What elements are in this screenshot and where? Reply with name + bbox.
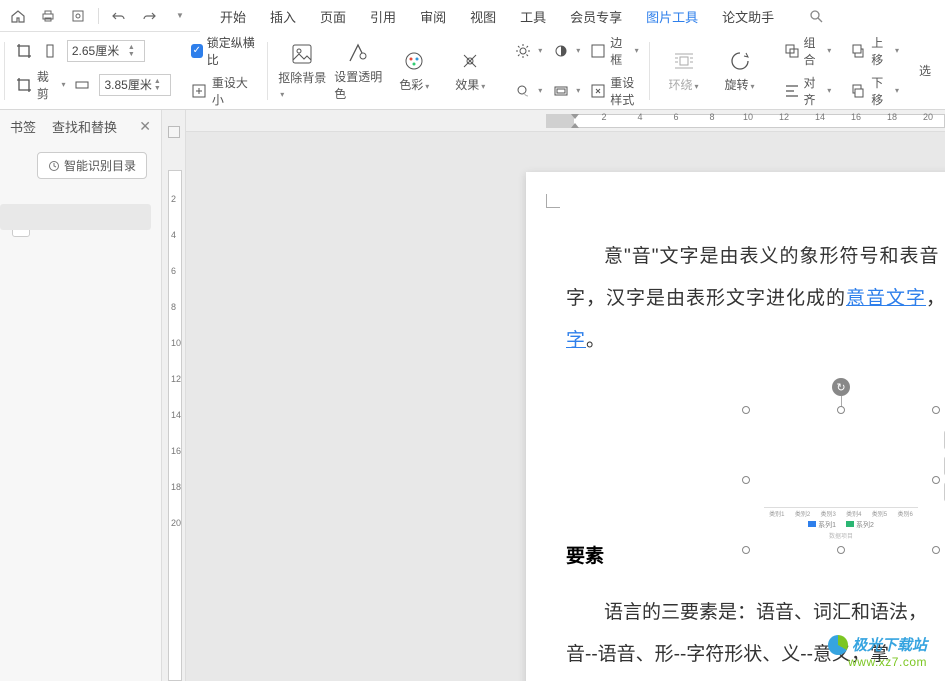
smart-toc-button[interactable]: 智能识别目录 (37, 152, 147, 179)
tab-page[interactable]: 页面 (308, 0, 358, 32)
hyperlink[interactable]: 字 (566, 330, 586, 351)
panel-tab-find-replace[interactable]: 查找和替换 (52, 117, 117, 136)
chart-object[interactable]: ↻ 类别1类别2类别3类别4类别5类别6 系列1系列2 数据项目 ▤ ◧ ▥ (746, 410, 936, 550)
height-value: 3.85厘米 (104, 76, 151, 93)
shadow-icon[interactable]: ▾ (514, 74, 542, 108)
ruler-margin-marker[interactable] (570, 114, 580, 128)
toc-highlight (0, 204, 151, 230)
width-input[interactable]: 2.65厘米▲▼ (67, 40, 145, 62)
tab-start[interactable]: 开始 (208, 0, 258, 32)
select-button[interactable]: 选 (919, 62, 931, 79)
tab-paper-helper[interactable]: 论文助手 (710, 0, 786, 32)
move-down-button[interactable]: 下移▾ (851, 74, 899, 108)
resize-handle[interactable] (932, 476, 940, 484)
tab-reference[interactable]: 引用 (358, 0, 408, 32)
paragraph-1: 意"音"文字是由表义的象形符号和表音 字，汉字是由表形文字进化成的意音文字， 字… (566, 236, 945, 361)
resize-handle[interactable] (742, 546, 750, 554)
navigation-panel: 书签 查找和替换 ✕ 智能识别目录 − (0, 110, 162, 681)
tab-view[interactable]: 视图 (458, 0, 508, 32)
vertical-ruler: 2 4 6 8 10 12 14 16 18 20 (162, 110, 186, 681)
horizontal-ruler: 2 4 6 8 10 12 14 16 18 20 (186, 110, 945, 132)
brightness-icon[interactable]: ▾ (514, 34, 542, 68)
wrap-button[interactable]: 环绕▾ (660, 48, 708, 93)
search-icon[interactable] (808, 8, 824, 24)
tab-insert[interactable]: 插入 (258, 0, 308, 32)
combine-button[interactable]: 组合▾ (784, 34, 832, 68)
close-icon[interactable]: ✕ (139, 118, 151, 135)
panel-tab-bookmark[interactable]: 书签 (10, 117, 36, 136)
move-up-button[interactable]: 上移▾ (851, 34, 899, 68)
reset-style-button[interactable]: 重设样式 (590, 74, 638, 108)
hyperlink[interactable]: 意音文字 (846, 288, 926, 309)
ribbon-toolbar: 2.65厘米▲▼ 裁剪▾ 3.85厘米▲▼ ✓锁定纵横比 重设大小 抠除背景▾ … (0, 32, 945, 110)
print-preview-icon[interactable] (68, 6, 88, 26)
menu-tabs: 开始 插入 页面 引用 审阅 视图 工具 会员专享 图片工具 论文助手 (200, 0, 945, 32)
picture-frame-icon[interactable]: ▾ (552, 74, 580, 108)
rotate-button[interactable]: 旋转▾ (716, 48, 764, 93)
resize-handle[interactable] (932, 546, 940, 554)
reset-size-button[interactable]: 重设大小 (191, 74, 257, 108)
dropdown-icon[interactable]: ▼ (169, 6, 189, 26)
set-transparent-button[interactable]: 设置透明色 (334, 40, 382, 102)
resize-handle[interactable] (742, 476, 750, 484)
rotate-handle-icon[interactable]: ↻ (832, 378, 850, 396)
border-button[interactable]: 边框▾ (590, 34, 638, 68)
resize-handle[interactable] (837, 546, 845, 554)
document-area: 意"音"文字是由表义的象形符号和表音 字，汉字是由表形文字进化成的意音文字， 字… (186, 132, 945, 681)
resize-handle[interactable] (837, 406, 845, 414)
tab-tool[interactable]: 工具 (508, 0, 558, 32)
redo-icon[interactable] (139, 6, 159, 26)
watermark: 极光下载站 www.xz7.com (828, 634, 927, 669)
print-icon[interactable] (38, 6, 58, 26)
align-button[interactable]: 对齐▾ (784, 74, 832, 108)
height-input[interactable]: 3.85厘米▲▼ (99, 74, 170, 96)
lock-ratio-checkbox[interactable]: ✓锁定纵横比 (191, 34, 257, 68)
undo-icon[interactable] (109, 6, 129, 26)
remove-bg-button[interactable]: 抠除背景▾ (278, 41, 326, 100)
page-corner-mark (546, 194, 560, 208)
resize-handle[interactable] (932, 406, 940, 414)
tab-member[interactable]: 会员专享 (558, 0, 634, 32)
color-button[interactable]: 色彩▾ (390, 48, 438, 93)
crop-button[interactable]: 裁剪▾ (15, 68, 66, 102)
ruler-corner-icon[interactable] (168, 126, 180, 138)
tab-review[interactable]: 审阅 (408, 0, 458, 32)
crop-shape-icon[interactable] (15, 42, 33, 60)
tab-picture-tools[interactable]: 图片工具 (634, 0, 710, 32)
separator (98, 8, 99, 24)
resize-handle[interactable] (742, 406, 750, 414)
height-lock-icon[interactable] (73, 76, 91, 94)
width-lock-icon[interactable] (41, 42, 59, 60)
width-value: 2.65厘米 (72, 42, 119, 59)
home-icon[interactable] (8, 6, 28, 26)
watermark-logo-icon (828, 635, 848, 655)
chart-canvas: 类别1类别2类别3类别4类别5类别6 系列1系列2 数据项目 (752, 416, 930, 544)
contrast-icon[interactable]: ▾ (552, 34, 580, 68)
effect-button[interactable]: 效果▾ (446, 48, 494, 93)
